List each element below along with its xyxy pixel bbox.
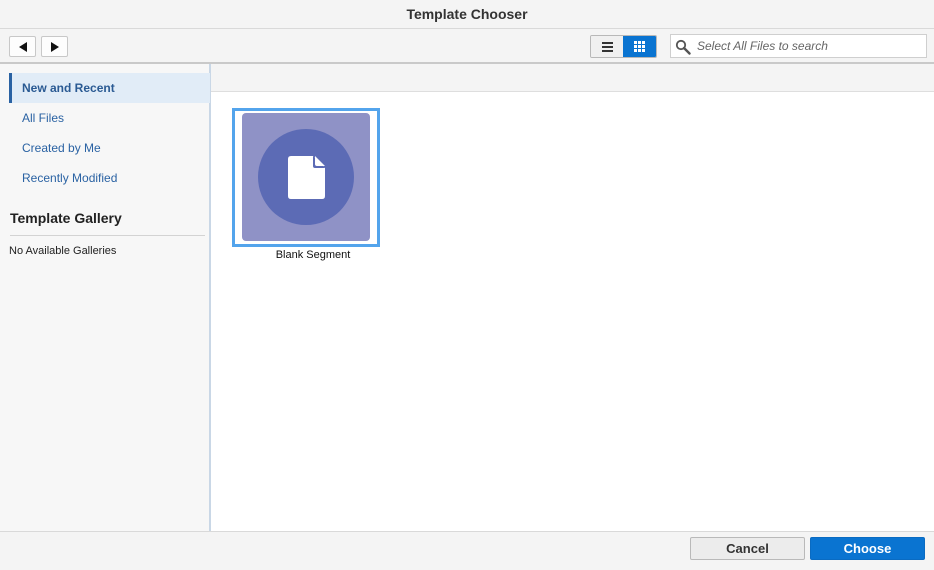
search-input[interactable]: [697, 37, 922, 55]
forward-arrow-icon: [50, 41, 59, 52]
toolbar: [0, 29, 934, 64]
grid-view-button[interactable]: [623, 36, 656, 57]
sidebar-item-label: Created by Me: [22, 141, 101, 155]
back-arrow-icon: [18, 41, 27, 52]
template-label: Blank Segment: [275, 249, 351, 261]
choose-button[interactable]: Choose: [810, 537, 925, 560]
search-box: [670, 34, 927, 58]
view-toggle: [590, 35, 657, 58]
sidebar-item-label: All Files: [22, 111, 65, 125]
cancel-button[interactable]: Cancel: [690, 537, 805, 560]
template-tile-blank-segment[interactable]: [232, 108, 380, 247]
template-thumbnail: [242, 113, 370, 241]
search-icon: [675, 39, 691, 55]
template-icon-circle: [258, 129, 354, 225]
window-title: Template Chooser: [406, 6, 528, 22]
title-bar: Template Chooser: [0, 0, 934, 29]
grid-view-icon: [634, 41, 645, 52]
document-icon: [288, 156, 325, 199]
list-view-icon: [601, 41, 613, 52]
sidebar-item-recently-modified[interactable]: Recently Modified: [9, 163, 210, 193]
list-view-button[interactable]: [591, 36, 624, 57]
sidebar-item-label: New and Recent: [22, 81, 115, 95]
template-area: Blank Segment: [211, 64, 934, 531]
back-button[interactable]: [9, 36, 36, 57]
sidebar: New and Recent All Files Created by Me R…: [0, 64, 211, 531]
sidebar-item-created-by-me[interactable]: Created by Me: [9, 133, 210, 163]
footer: Cancel Choose: [0, 531, 934, 570]
sidebar-item-all-files[interactable]: All Files: [9, 103, 210, 133]
template-area-header: [211, 64, 934, 92]
sidebar-item-label: Recently Modified: [22, 171, 118, 185]
no-galleries-message: No Available Galleries: [9, 245, 117, 257]
sidebar-item-new-and-recent[interactable]: New and Recent: [9, 73, 210, 103]
forward-button[interactable]: [41, 36, 68, 57]
template-gallery-heading: Template Gallery: [10, 210, 205, 236]
